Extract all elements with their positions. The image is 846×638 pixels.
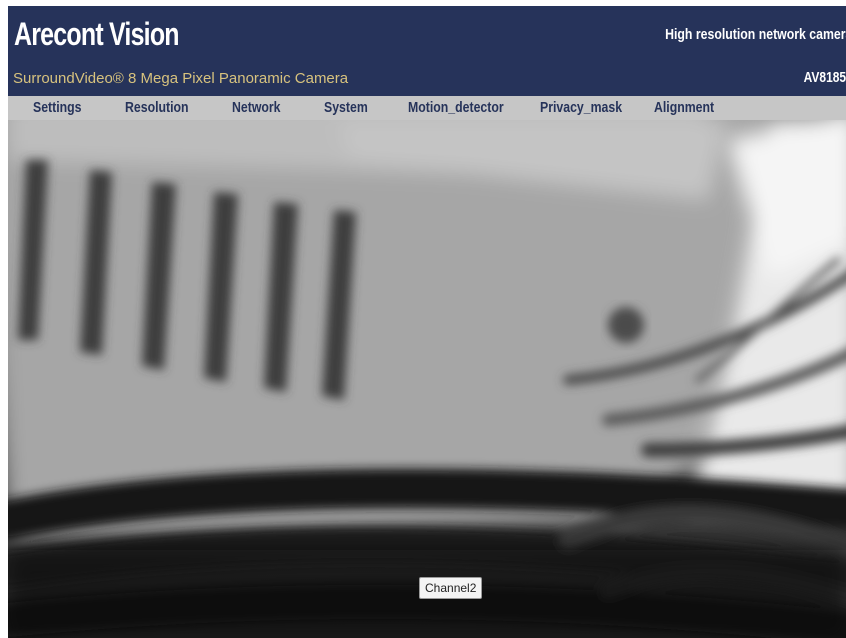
menu-item-resolution[interactable]: Resolution	[125, 99, 189, 116]
menu-item-network[interactable]: Network	[232, 99, 281, 116]
menu-item-privacy-mask[interactable]: Privacy_mask	[540, 99, 622, 116]
main-menu: Settings Resolution Network System Motio…	[8, 96, 846, 120]
brand-logo-text: Arecont Vision	[14, 16, 180, 52]
page-header: Arecont Vision High resolution network c…	[8, 6, 846, 96]
camera-video-feed[interactable]: Channel2	[8, 120, 846, 638]
menu-item-motion-detector[interactable]: Motion_detector	[408, 99, 504, 116]
menu-item-settings[interactable]: Settings	[33, 99, 82, 116]
menu-item-system[interactable]: System	[324, 99, 368, 116]
video-frame-image	[8, 120, 846, 638]
channel-label: Channel2	[419, 577, 483, 599]
model-number: AV8185	[803, 69, 846, 86]
header-tagline: High resolution network camera	[664, 26, 846, 43]
menu-item-alignment[interactable]: Alignment	[654, 99, 714, 116]
product-name: SurroundVideo® 8 Mega Pixel Panoramic Ca…	[13, 70, 349, 87]
